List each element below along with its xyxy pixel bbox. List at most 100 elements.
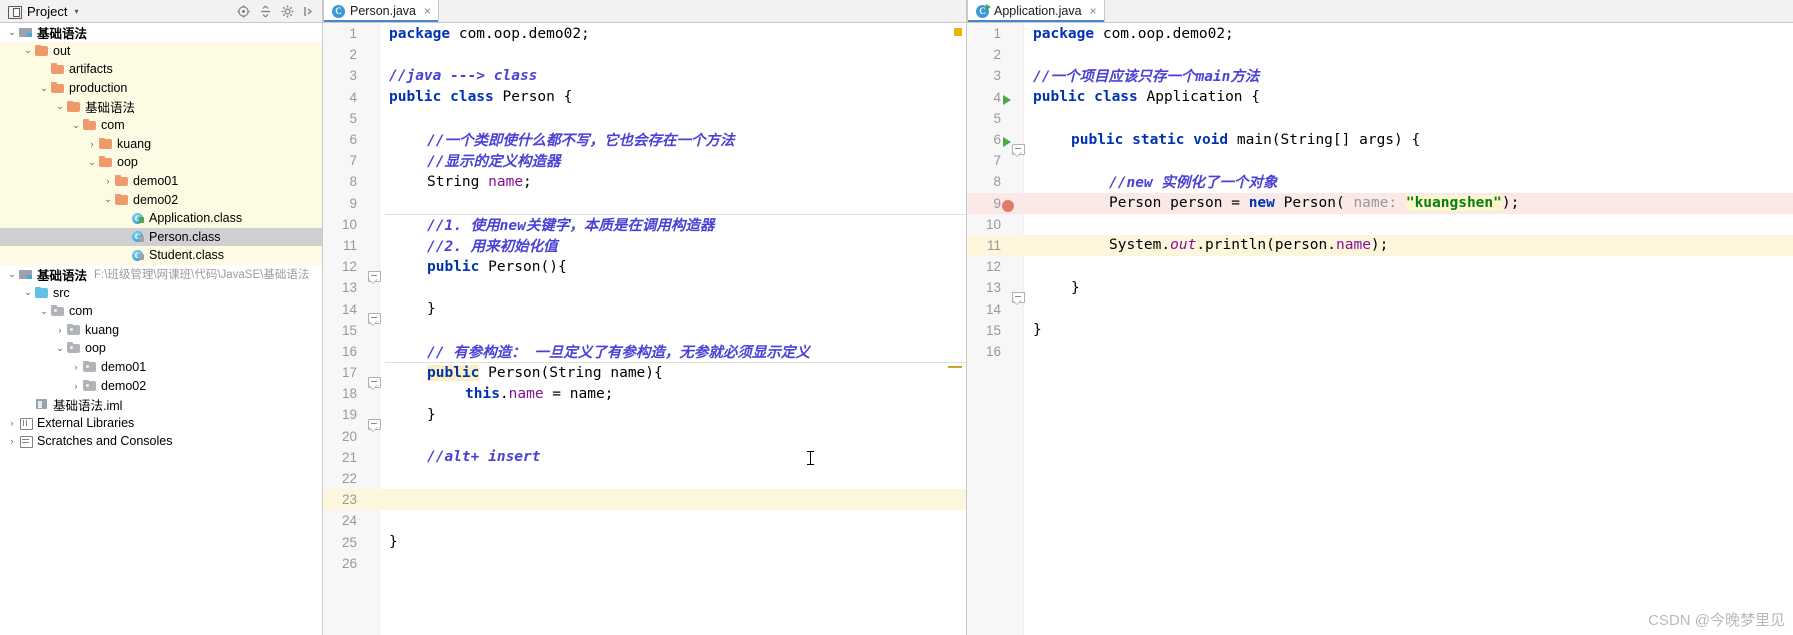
tree-item-kuang[interactable]: › kuang: [0, 134, 322, 154]
breakpoint-icon[interactable]: [1002, 199, 1014, 212]
tree-item-[interactable]: ⌄ 基础语法: [0, 23, 322, 42]
tree-item-com[interactable]: ⌄ com: [0, 115, 322, 135]
target-icon[interactable]: [237, 4, 250, 18]
close-icon[interactable]: ×: [424, 4, 431, 18]
tree-item-person-class[interactable]: C Person.class: [0, 227, 322, 247]
tree-item-demo01[interactable]: › demo01: [0, 171, 322, 191]
code-line[interactable]: 5: [323, 108, 966, 129]
code-line[interactable]: 13: [323, 277, 966, 298]
code-line[interactable]: 13}: [967, 277, 1793, 305]
code-line[interactable]: 18 this.name = name;: [323, 383, 966, 404]
code-line[interactable]: 12: [967, 256, 1793, 277]
chevron-down-icon[interactable]: ⌄: [38, 305, 50, 317]
chevron-right-icon[interactable]: ›: [54, 324, 66, 336]
run-gutter-icon[interactable]: [1003, 137, 1011, 148]
project-toolwindow-title[interactable]: Project ▾: [0, 4, 78, 19]
code-line[interactable]: 3 //一个项目应该只存一个main方法: [967, 65, 1793, 86]
project-tree[interactable]: ⌄ 基础语法 ⌄ out artifacts ⌄ production ⌄ 基础语法 ⌄ com › k…: [0, 23, 323, 635]
code-line[interactable]: 7 //显示的定义构造器: [323, 150, 966, 171]
code-line[interactable]: 6 //一个类即使什么都不写，它也会存在一个方法: [323, 129, 966, 150]
code-line[interactable]: 24: [323, 510, 966, 531]
chevron-right-icon[interactable]: ›: [6, 435, 18, 447]
chevron-down-icon[interactable]: ⌄: [102, 194, 114, 206]
chevron-right-icon[interactable]: ›: [86, 138, 98, 150]
left-warning-marker[interactable]: [954, 28, 962, 36]
code-line[interactable]: 21 //alt+ insert: [323, 447, 966, 468]
chevron-down-icon[interactable]: ⌄: [22, 45, 34, 57]
code-line[interactable]: 22: [323, 468, 966, 489]
chevron-right-icon[interactable]: ›: [6, 417, 18, 429]
chevron-down-icon[interactable]: ▾: [74, 7, 78, 16]
code-line[interactable]: 1 package com.oop.demo02;: [967, 23, 1793, 44]
code-line[interactable]: 16: [967, 341, 1793, 362]
right-editor-code[interactable]: 1 package com.oop.demo02; 2 3 //一个项目应该只存一个ma…: [967, 23, 1793, 635]
chevron-down-icon[interactable]: ⌄: [22, 287, 34, 299]
code-line[interactable]: 11 //2. 用来初始化值: [323, 235, 966, 256]
tree-item-[interactable]: ⌄ 基础语法 F:\班级管理\网课班\代码\JavaSE\基础语法: [0, 265, 322, 284]
code-line[interactable]: 14}: [323, 298, 966, 327]
tree-item-iml[interactable]: 基础语法.iml: [0, 395, 322, 414]
close-icon[interactable]: ×: [1090, 4, 1097, 18]
tree-item-student-class[interactable]: C Student.class: [0, 246, 322, 265]
code-line[interactable]: 14: [967, 298, 1793, 319]
tree-item-artifacts[interactable]: artifacts: [0, 60, 322, 79]
tree-item-demo02[interactable]: ⌄ demo02: [0, 190, 322, 209]
tree-item-oop[interactable]: ⌄ oop: [0, 153, 322, 172]
chevron-down-icon[interactable]: ⌄: [54, 342, 66, 354]
tree-item-production[interactable]: ⌄ production: [0, 78, 322, 98]
code-line[interactable]: 4 public class Person {: [323, 87, 966, 108]
left-editor-code[interactable]: 1 package com.oop.demo02; 2 3//java ---> cl…: [323, 23, 966, 635]
code-line[interactable]: 19}: [323, 404, 966, 432]
code-line[interactable]: 9: [323, 193, 966, 214]
code-line[interactable]: 7: [967, 150, 1793, 171]
code-line[interactable]: 10 //1. 使用new关键字，本质是在调用构造器: [323, 214, 966, 235]
tree-item-out[interactable]: ⌄ out: [0, 41, 322, 61]
code-line[interactable]: 23: [323, 489, 966, 511]
code-line[interactable]: 1 package com.oop.demo02;: [323, 23, 966, 44]
tree-item-kuang[interactable]: › kuang: [0, 321, 322, 340]
left-stripe-marker[interactable]: [948, 366, 962, 368]
tree-item-com[interactable]: ⌄ com: [0, 302, 322, 321]
chevron-right-icon[interactable]: ›: [102, 175, 114, 187]
gear-icon[interactable]: [281, 5, 294, 18]
code-line[interactable]: 17 public Person(String name){: [323, 362, 966, 390]
code-line[interactable]: 8 String name;: [323, 171, 966, 192]
chevron-down-icon[interactable]: ⌄: [6, 268, 18, 280]
tree-item-oop[interactable]: ⌄ oop: [0, 339, 322, 358]
code-line[interactable]: 2: [967, 44, 1793, 65]
code-line[interactable]: 4 public class Application {: [967, 87, 1793, 108]
code-line[interactable]: 5: [967, 108, 1793, 129]
code-line[interactable]: 12 public Person(){: [323, 256, 966, 284]
run-gutter-icon[interactable]: [1003, 94, 1011, 105]
tree-item-external-libraries[interactable]: › External Libraries: [0, 413, 322, 432]
chevron-down-icon[interactable]: ⌄: [38, 82, 50, 94]
tree-item-application-class[interactable]: C Application.class: [0, 208, 322, 228]
code-line[interactable]: 2: [323, 44, 966, 65]
tab-person-java[interactable]: C Person.java ×: [323, 0, 440, 22]
editor-person-java[interactable]: 1 package com.oop.demo02; 2 3//java ---> cl…: [323, 23, 967, 635]
code-line[interactable]: 15: [323, 320, 966, 341]
chevron-down-icon[interactable]: ⌄: [70, 119, 82, 131]
code-line[interactable]: 8 //new 实例化了一个对象: [967, 171, 1793, 192]
code-line[interactable]: 10: [967, 214, 1793, 235]
chevron-down-icon[interactable]: ⌄: [86, 156, 98, 168]
editor-application-java[interactable]: 1 package com.oop.demo02; 2 3 //一个项目应该只存一个ma…: [967, 23, 1793, 635]
chevron-down-icon[interactable]: ⌄: [6, 26, 18, 38]
code-line[interactable]: 3 //java ---> class: [323, 65, 966, 86]
chevron-right-icon[interactable]: ›: [70, 380, 82, 392]
code-line[interactable]: 11 System.out.println(person.name);: [967, 234, 1793, 257]
hide-toolwindow-icon[interactable]: [303, 5, 316, 18]
code-line[interactable]: 15}: [967, 320, 1793, 341]
tree-item-demo02[interactable]: › demo02: [0, 376, 322, 395]
tree-item-demo01[interactable]: › demo01: [0, 358, 322, 377]
tree-item-scratches-and-consoles[interactable]: › Scratches and Consoles: [0, 432, 322, 451]
tree-item-[interactable]: ⌄ 基础语法: [0, 97, 322, 116]
tree-item-src[interactable]: ⌄ src: [0, 283, 322, 302]
code-line[interactable]: 25}: [323, 532, 966, 553]
code-line[interactable]: 26: [323, 553, 966, 574]
chevron-down-icon[interactable]: ⌄: [54, 101, 66, 113]
code-line[interactable]: 9 Person person = new Person( name: "kuan…: [967, 192, 1793, 214]
chevron-right-icon[interactable]: ›: [70, 361, 82, 373]
collapse-all-icon[interactable]: [259, 4, 272, 18]
code-line[interactable]: 16 // 有参构造： 一旦定义了有参构造，无参就必须显示定义: [323, 341, 966, 362]
